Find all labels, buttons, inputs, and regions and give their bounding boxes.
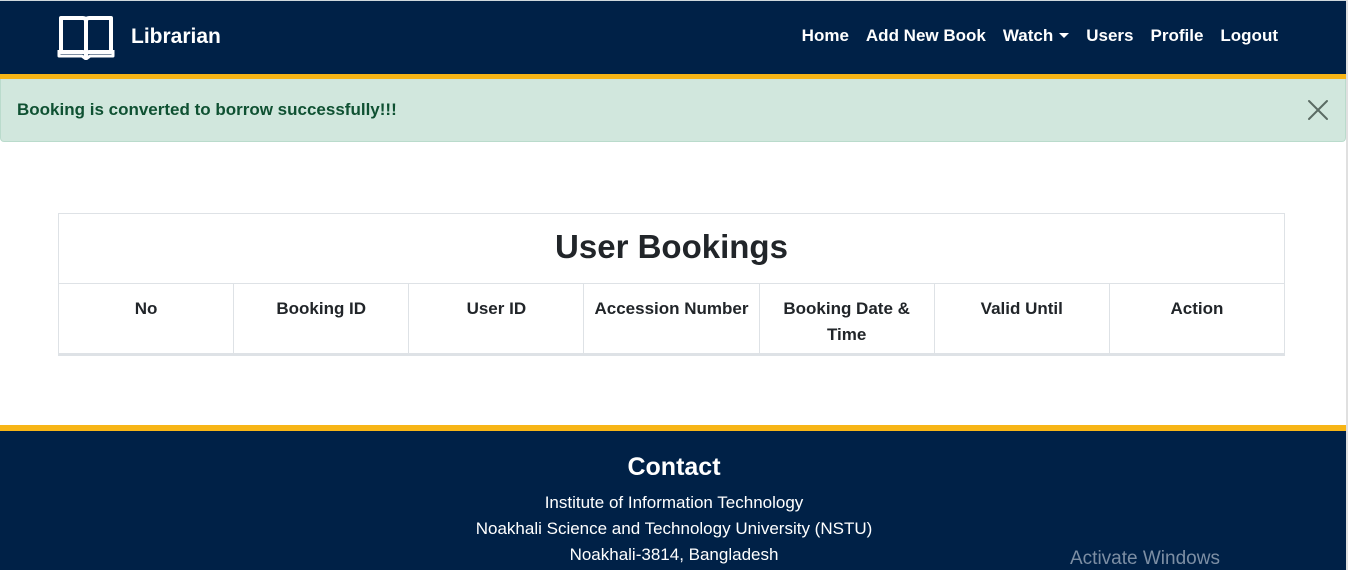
column-header-accession-number: Accession Number bbox=[583, 284, 758, 353]
open-book-icon bbox=[57, 16, 115, 60]
column-header-action: Action bbox=[1108, 284, 1284, 353]
nav-menu: Home Add New Book Watch Users Profile Lo… bbox=[785, 26, 1278, 46]
footer-line-university: Noakhali Science and Technology Universi… bbox=[475, 519, 873, 538]
caret-down-icon bbox=[1059, 33, 1070, 38]
nav-home[interactable]: Home bbox=[802, 26, 849, 46]
alert-message: Booking is converted to borrow successfu… bbox=[17, 100, 397, 119]
table-header: No Booking ID User ID Accession Number B… bbox=[59, 284, 1284, 355]
footer-line-institute: Institute of Information Technology bbox=[544, 493, 804, 512]
column-header-user-id: User ID bbox=[408, 284, 583, 353]
footer-title: Contact bbox=[627, 453, 721, 481]
top-navbar: Librarian Home Add New Book Watch Users … bbox=[0, 0, 1348, 74]
column-header-booking-date-time: Booking Date & Time bbox=[758, 284, 934, 353]
user-bookings-table: User Bookings No Booking ID User ID Acce… bbox=[58, 213, 1285, 356]
nav-watch-label: Watch bbox=[1002, 26, 1054, 45]
nav-profile[interactable]: Profile bbox=[1151, 26, 1204, 46]
column-header-valid-until: Valid Until bbox=[933, 284, 1109, 353]
column-header-no: No bbox=[134, 299, 158, 318]
close-icon[interactable] bbox=[1307, 99, 1329, 121]
nav-watch-dropdown[interactable]: Watch bbox=[1002, 26, 1070, 46]
nav-logout[interactable]: Logout bbox=[1220, 26, 1278, 46]
column-header-booking-id: Booking ID bbox=[233, 284, 408, 353]
page-title: User Bookings bbox=[59, 214, 1284, 284]
nav-add-new-book[interactable]: Add New Book bbox=[866, 26, 986, 46]
success-alert: Booking is converted to borrow successfu… bbox=[0, 79, 1346, 142]
brand[interactable]: Librarian bbox=[57, 14, 221, 60]
windows-activation-watermark: Activate Windows bbox=[1070, 548, 1220, 569]
brand-name: Librarian bbox=[131, 25, 221, 48]
nav-users[interactable]: Users bbox=[1086, 26, 1133, 46]
